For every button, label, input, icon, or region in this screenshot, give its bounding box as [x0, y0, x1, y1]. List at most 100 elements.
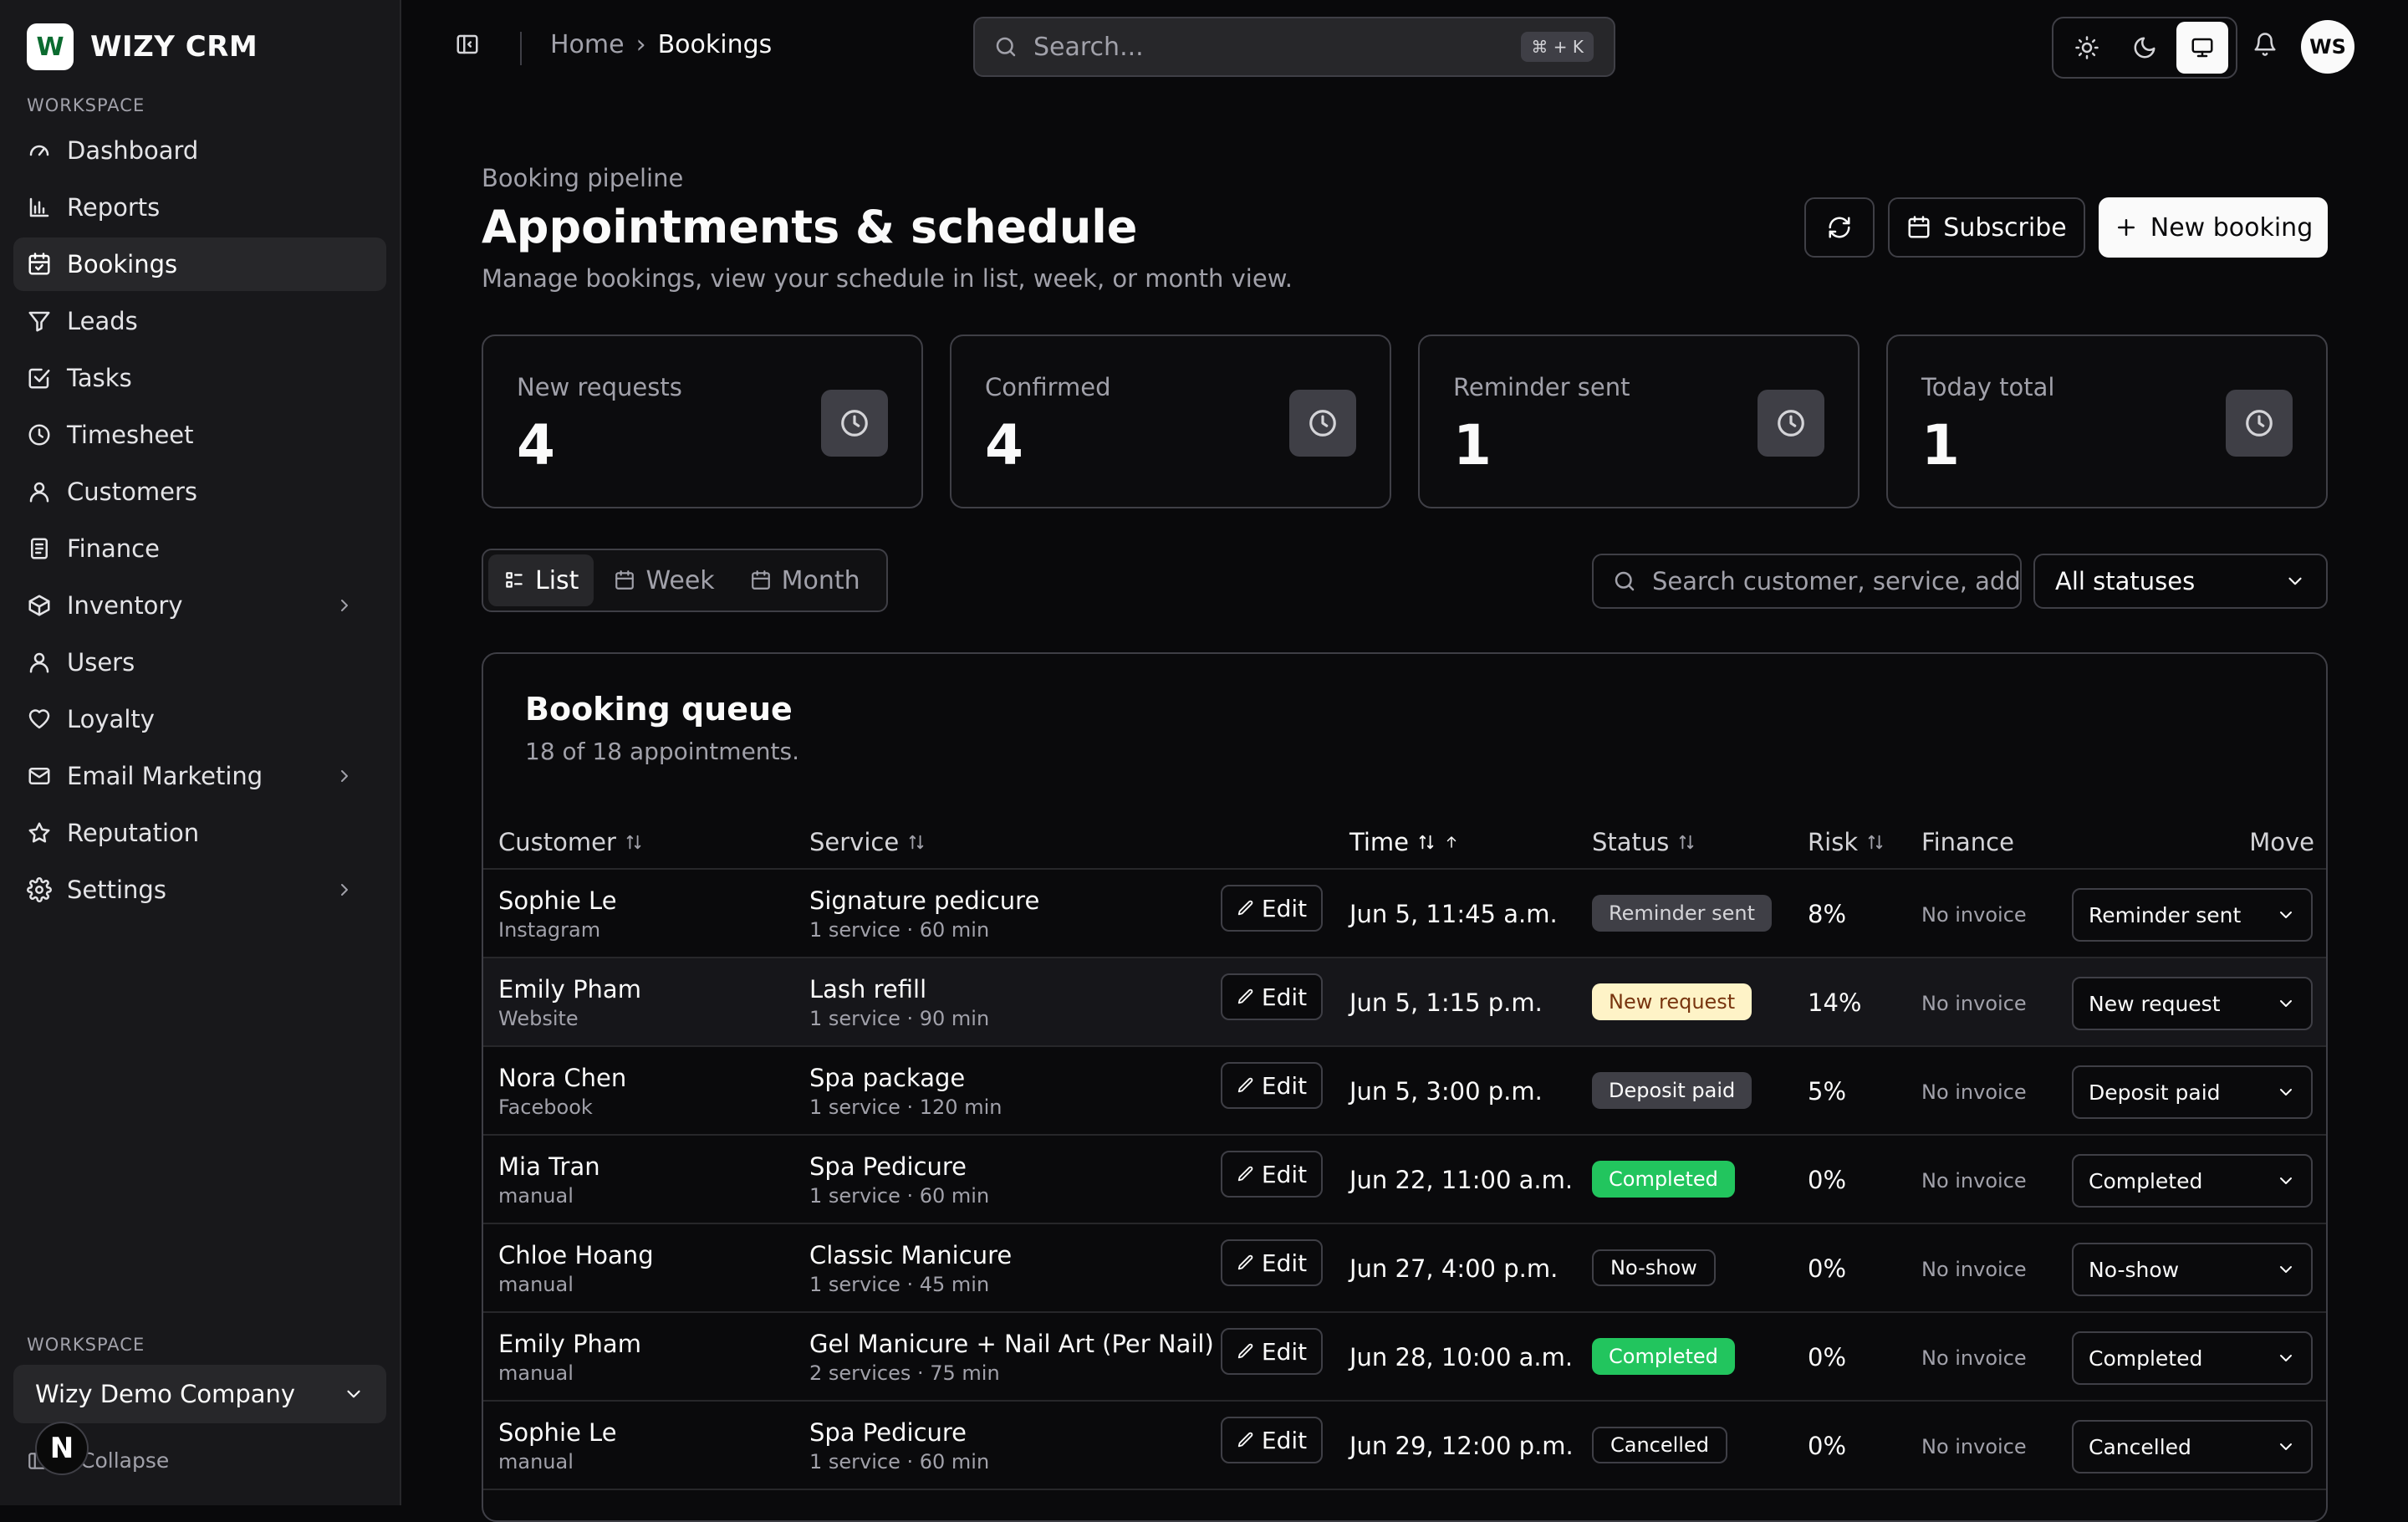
service-meta: 1 service · 60 min [809, 918, 990, 942]
customer-name[interactable]: Mia Tran [498, 1152, 600, 1181]
chevron-down-icon [2280, 1443, 2292, 1450]
table-row[interactable]: Chloe Hoang manual Classic Manicure 1 servi… [483, 1224, 2326, 1313]
chevron-down-icon [2280, 1177, 2292, 1184]
clock-icon [2226, 390, 2293, 457]
workspace-label: WORKSPACE [27, 1335, 145, 1355]
edit-button[interactable]: Edit [1221, 1151, 1323, 1198]
star-icon [28, 822, 50, 843]
column-service[interactable]: Service [809, 828, 926, 856]
sidebar-item-settings[interactable]: Settings [13, 863, 386, 917]
status-filter-select[interactable]: All statuses [2033, 554, 2328, 609]
sidebar-item-finance[interactable]: Finance [13, 522, 386, 575]
global-search-input[interactable]: Search... ⌘ + K [973, 17, 1615, 77]
column-customer[interactable]: Customer [498, 828, 643, 856]
chevron-down-icon [2280, 1266, 2292, 1273]
sidebar-item-leads[interactable]: Leads [13, 294, 386, 348]
brand[interactable]: W WIZY CRM [27, 23, 258, 70]
edit-button[interactable]: Edit [1221, 973, 1323, 1020]
edit-button[interactable]: Edit [1221, 1328, 1323, 1375]
service-meta: 1 service · 60 min [809, 1450, 990, 1473]
light-theme-button[interactable] [2061, 22, 2113, 74]
tab-list[interactable]: List [488, 554, 594, 606]
table-row[interactable]: Nora Chen Facebook Spa package 1 service · … [483, 1047, 2326, 1136]
customer-name[interactable]: Sophie Le [498, 1418, 617, 1447]
column-status[interactable]: Status [1592, 828, 1696, 856]
customer-name[interactable]: Nora Chen [498, 1064, 626, 1092]
sidebar-item-inventory[interactable]: Inventory [13, 579, 386, 632]
breadcrumb-separator: › [635, 30, 646, 59]
heart-icon [28, 709, 50, 729]
move-status-select[interactable]: Completed [2072, 1154, 2313, 1208]
chevron-down-icon [2280, 1089, 2292, 1096]
assistant-badge[interactable]: N [35, 1422, 89, 1475]
sidebar-item-tasks[interactable]: Tasks [13, 351, 386, 405]
move-status-select[interactable]: Completed [2072, 1331, 2313, 1385]
stat-card-today-total: Today total 1 [1886, 335, 2328, 508]
column-time[interactable]: Time [1349, 828, 1459, 856]
column-label: Finance [1921, 828, 2014, 856]
sort-icon [909, 835, 924, 850]
dark-theme-button[interactable] [2119, 22, 2171, 74]
table-row[interactable]: Mia Tran manual Spa Pedicure 1 service · 60… [483, 1136, 2326, 1224]
move-status-value: Reminder sent [2089, 902, 2242, 927]
system-theme-button[interactable] [2176, 22, 2228, 74]
breadcrumb: Home › Bookings [550, 30, 772, 59]
move-status-select[interactable]: Deposit paid [2072, 1065, 2313, 1119]
table-row[interactable]: Sophie Le manual Spa Pedicure 1 service · 6… [483, 1402, 2326, 1490]
move-status-value: No-show [2089, 1257, 2180, 1282]
clock-icon [1758, 390, 1824, 457]
notifications-button[interactable] [2252, 32, 2278, 57]
move-status-select[interactable]: No-show [2072, 1243, 2313, 1296]
service-name: Spa package [809, 1064, 966, 1092]
workspace-select[interactable]: Wizy Demo Company [13, 1365, 386, 1423]
sidebar-item-users[interactable]: Users [13, 636, 386, 689]
customer-name[interactable]: Sophie Le [498, 886, 617, 915]
sun-icon [2075, 36, 2099, 59]
calendar-sync-icon [1908, 216, 1930, 238]
chevron-right-icon [341, 884, 348, 896]
sidebar-item-loyalty[interactable]: Loyalty [13, 692, 386, 746]
table-row[interactable]: Emily Pham Website Lash refill 1 service · … [483, 958, 2326, 1047]
new-booking-button[interactable]: New booking [2099, 197, 2328, 258]
customer-name[interactable]: Emily Pham [498, 975, 641, 1004]
sidebar-item-customers[interactable]: Customers [13, 465, 386, 518]
finance-status: No invoice [1921, 1346, 2027, 1370]
tab-week[interactable]: Week [599, 554, 729, 606]
edit-button[interactable]: Edit [1221, 1062, 1323, 1109]
sidebar-item-label: Settings [67, 876, 166, 904]
finance-status: No invoice [1921, 992, 2027, 1015]
move-status-select[interactable]: New request [2072, 977, 2313, 1030]
customer-name[interactable]: Emily Pham [498, 1330, 641, 1358]
table-row[interactable]: Sophie Le Instagram Signature pedicure 1 se… [483, 870, 2326, 958]
customer-name[interactable]: Chloe Hoang [498, 1241, 654, 1269]
gear-icon [27, 877, 52, 902]
sidebar-item-dashboard[interactable]: Dashboard [13, 124, 386, 177]
move-status-select[interactable]: Cancelled [2072, 1420, 2313, 1473]
sidebar-toggle-button[interactable] [455, 32, 480, 57]
table-row[interactable]: Emily Pham manual Gel Manicure + Nail Art … [483, 1313, 2326, 1402]
move-status-value: Cancelled [2089, 1434, 2191, 1459]
booking-search-input[interactable]: Search customer, service, address [1592, 554, 2022, 609]
edit-button[interactable]: Edit [1221, 1417, 1323, 1463]
tab-month[interactable]: Month [735, 554, 875, 606]
risk-value: 0% [1808, 1432, 1847, 1460]
sidebar-item-reputation[interactable]: Reputation [13, 806, 386, 860]
refresh-button[interactable] [1804, 197, 1875, 258]
column-risk[interactable]: Risk [1808, 828, 1885, 856]
sidebar-item-email-marketing[interactable]: Email Marketing [13, 749, 386, 803]
booking-time: Jun 22, 11:00 a.m. [1349, 1166, 1574, 1194]
breadcrumb-home[interactable]: Home [550, 30, 625, 59]
sidebar-item-reports[interactable]: Reports [13, 181, 386, 234]
sidebar-item-label: Timesheet [67, 421, 194, 449]
subscribe-button[interactable]: Subscribe [1888, 197, 2085, 258]
move-status-select[interactable]: Reminder sent [2072, 888, 2313, 942]
sidebar-item-timesheet[interactable]: Timesheet [13, 408, 386, 462]
customer-source: manual [498, 1361, 574, 1385]
avatar[interactable]: WS [2301, 20, 2354, 74]
edit-button[interactable]: Edit [1221, 1239, 1323, 1286]
status-badge: New request [1592, 983, 1752, 1020]
edit-button[interactable]: Edit [1221, 885, 1323, 932]
sidebar-item-bookings[interactable]: Bookings [13, 237, 386, 291]
collapse-label: Collapse [80, 1448, 170, 1473]
booking-time: Jun 28, 10:00 a.m. [1349, 1343, 1574, 1371]
